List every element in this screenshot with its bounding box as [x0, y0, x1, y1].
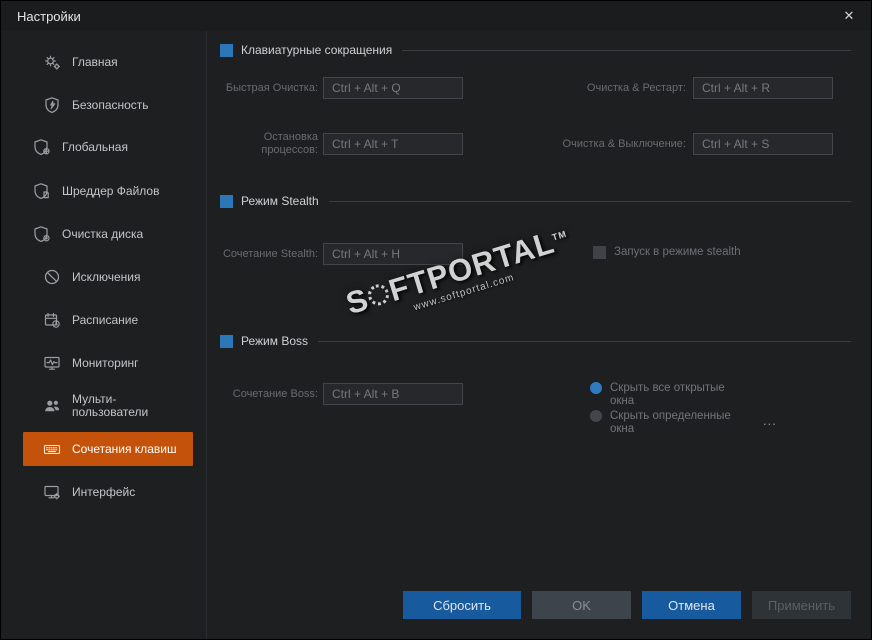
sidebar-item-label: Мульти-пользователи: [72, 392, 149, 419]
shield-disk-icon: [33, 225, 51, 243]
stealth-start-checkbox-row: Запуск в режиме stealth: [593, 246, 741, 259]
window-title: Настройки: [17, 9, 81, 24]
hotkey-input-stop-processes[interactable]: [323, 133, 463, 155]
section-stealth-checkbox[interactable]: [220, 194, 233, 208]
apply-button[interactable]: Применить: [752, 591, 851, 619]
hotkey-input-boss[interactable]: [323, 383, 463, 405]
watermark: S FTPORTALTM www.softportal.com: [309, 210, 609, 342]
hide-specific-label: Скрыть определенные окна: [610, 410, 731, 435]
gears-icon: [43, 53, 61, 71]
stop-processes-label: Остановка процессов:: [261, 131, 318, 156]
sidebar-item-file-shredder[interactable]: Шреддер Файлов: [23, 173, 193, 209]
sidebar-item-label: Очистка диска: [62, 226, 144, 241]
reset-button[interactable]: Сбросить: [403, 591, 521, 619]
shield-bolt-icon: [43, 96, 61, 114]
ok-button[interactable]: OK: [532, 591, 631, 619]
sidebar-item-multi-users[interactable]: Мульти-пользователи: [23, 385, 193, 427]
watermark-brand: S FTPORTALTM: [341, 224, 569, 322]
section-stealth-header: Режим Stealth: [220, 194, 851, 208]
choose-windows-more-button[interactable]: ...: [759, 414, 781, 428]
sidebar-item-label: Мониторинг: [72, 355, 139, 370]
section-title: Режим Stealth: [241, 194, 319, 208]
shield-file-icon: [33, 182, 51, 200]
hotkey-input-clean-shutdown[interactable]: [693, 133, 833, 155]
interface-gear-icon: [43, 483, 61, 501]
sidebar-item-interface[interactable]: Интерфейс: [23, 474, 193, 510]
sidebar-item-label: Сочетания клавиш: [72, 441, 177, 456]
hide-all-radio-row: Скрыть все открытые окна: [590, 382, 740, 408]
section-shortcuts-checkbox[interactable]: [220, 43, 233, 57]
users-icon: [43, 397, 61, 415]
boss-hotkey-label: Сочетание Boss:: [232, 387, 318, 400]
section-shortcuts-header: Клавиатурные сокращения: [220, 43, 851, 57]
sidebar-item-label: Главная: [72, 54, 118, 69]
titlebar: Настройки ✕: [1, 1, 871, 31]
sidebar-item-home[interactable]: Главная: [23, 44, 193, 80]
sidebar-item-hotkeys[interactable]: Сочетания клавиш: [23, 432, 193, 466]
sidebar-item-label: Шреддер Файлов: [62, 183, 160, 198]
settings-window: Настройки ✕ Главная Безопасность Глобаль…: [0, 0, 872, 640]
sidebar-item-exclusions[interactable]: Исключения: [23, 259, 193, 295]
hide-specific-radio-row: Скрыть определенные окна: [590, 410, 740, 436]
sidebar-item-monitoring[interactable]: Мониторинг: [23, 345, 193, 381]
prohibited-icon: [43, 268, 61, 286]
hide-all-label: Скрыть все открытые окна: [610, 382, 725, 407]
stealth-start-label: Запуск в режиме stealth: [614, 246, 741, 258]
hide-all-radio[interactable]: [590, 382, 602, 394]
sidebar-item-label: Глобальная: [62, 139, 128, 154]
monitoring-icon: [43, 354, 61, 372]
section-divider: [328, 200, 851, 202]
sidebar-item-global[interactable]: Глобальная: [23, 129, 193, 165]
clean-restart-label: Очистка & Рестарт:: [586, 81, 686, 94]
section-title: Режим Boss: [241, 334, 309, 348]
close-icon[interactable]: ✕: [839, 7, 859, 25]
quick-clean-label: Быстрая Очистка:: [225, 81, 318, 94]
section-title: Клавиатурные сокращения: [241, 43, 393, 57]
sidebar-item-disk-cleanup[interactable]: Очистка диска: [23, 216, 193, 252]
sidebar-item-label: Расписание: [72, 312, 139, 327]
sidebar-item-security[interactable]: Безопасность: [23, 87, 193, 123]
clean-shutdown-label: Очистка & Выключение:: [562, 137, 686, 150]
hotkey-input-quick-clean[interactable]: [323, 77, 463, 99]
hide-specific-radio[interactable]: [590, 410, 602, 422]
shield-globe-icon: [33, 138, 51, 156]
stealth-start-checkbox[interactable]: [593, 246, 606, 259]
sidebar-item-schedule[interactable]: Расписание: [23, 302, 193, 338]
section-divider: [402, 49, 851, 51]
softportal-dotted-o-icon: [365, 281, 392, 308]
hotkey-input-stealth[interactable]: [323, 243, 463, 265]
hotkey-input-clean-restart[interactable]: [693, 77, 833, 99]
schedule-icon: [43, 311, 61, 329]
sidebar-divider: [206, 31, 207, 639]
sidebar-item-label: Исключения: [72, 269, 141, 284]
stealth-hotkey-label: Сочетание Stealth:: [222, 247, 318, 260]
section-divider: [318, 340, 851, 342]
cancel-button[interactable]: Отмена: [642, 591, 741, 619]
sidebar-item-label: Безопасность: [72, 97, 149, 112]
section-boss-checkbox[interactable]: [220, 334, 233, 348]
sidebar-item-label: Интерфейс: [72, 484, 136, 499]
section-boss-header: Режим Boss: [220, 334, 851, 348]
keyboard-icon: [43, 440, 61, 458]
